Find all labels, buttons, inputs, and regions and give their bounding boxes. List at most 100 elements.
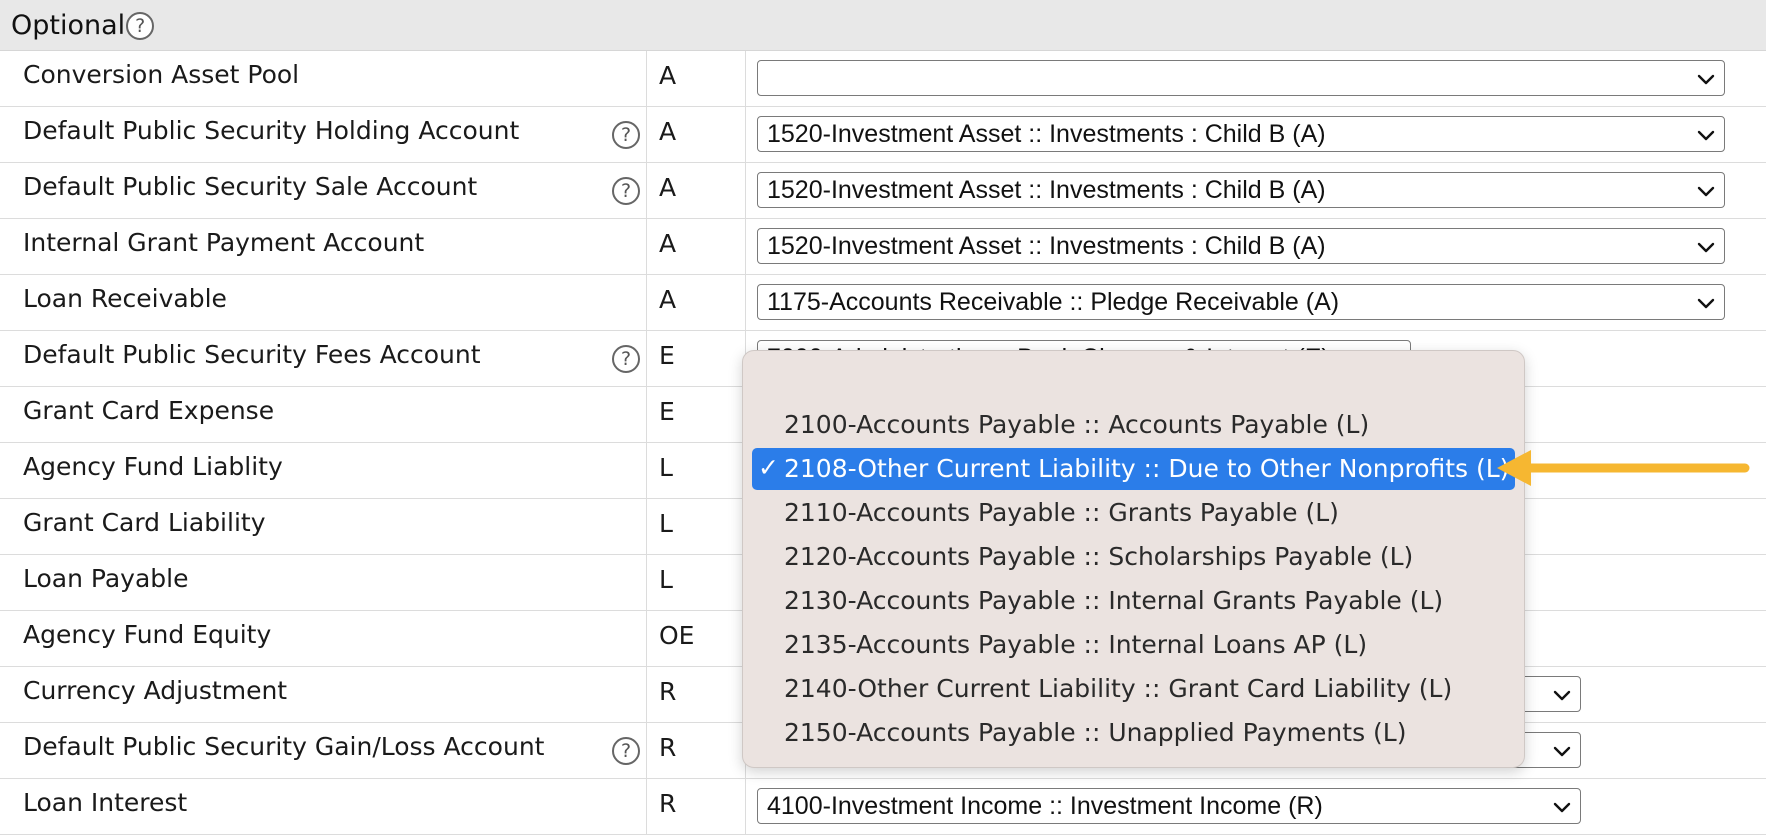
chevron-down-icon: [1696, 179, 1716, 199]
type-cell: R: [647, 723, 746, 778]
account-label: Loan Interest: [23, 788, 188, 817]
account-type: A: [659, 285, 677, 314]
type-cell: L: [647, 443, 746, 498]
account-select[interactable]: 1520-Investment Asset :: Investments : C…: [757, 172, 1725, 208]
account-type: A: [659, 61, 677, 90]
type-cell: A: [647, 163, 746, 218]
label-cell: Agency Fund Equity: [0, 611, 647, 666]
account-label: Loan Payable: [23, 564, 189, 593]
dropdown-option[interactable]: 2120-Accounts Payable :: Scholarships Pa…: [752, 536, 1515, 578]
account-dropdown-menu[interactable]: 2100-Accounts Payable :: Accounts Payabl…: [742, 350, 1525, 768]
option-label: 2140-Other Current Liability :: Grant Ca…: [784, 674, 1453, 703]
option-label: 2108-Other Current Liability :: Due to O…: [784, 454, 1510, 483]
label-cell: Default Public Security Gain/Loss Accoun…: [0, 723, 647, 778]
select-value: 4100-Investment Income :: Investment Inc…: [767, 792, 1323, 820]
option-label: 2120-Accounts Payable :: Scholarships Pa…: [784, 542, 1414, 571]
section-header: Optional ?: [0, 0, 1766, 51]
question-circle-icon[interactable]: ?: [612, 345, 640, 373]
account-type: A: [659, 229, 677, 258]
dropdown-option[interactable]: ✓ 2108-Other Current Liability :: Due to …: [752, 448, 1515, 490]
label-cell: Currency Adjustment: [0, 667, 647, 722]
account-label: Agency Fund Liablity: [23, 452, 283, 481]
account-label: Currency Adjustment: [23, 676, 288, 705]
type-cell: R: [647, 779, 746, 834]
table-row: Default Public Security Holding Account?…: [0, 107, 1766, 163]
label-cell: Conversion Asset Pool: [0, 51, 647, 106]
type-cell: R: [647, 667, 746, 722]
table-row: Internal Grant Payment Account A 1520-Inve…: [0, 219, 1766, 275]
label-cell: Loan Receivable: [0, 275, 647, 330]
account-type: A: [659, 173, 677, 202]
select-value: 1175-Accounts Receivable :: Pledge Recei…: [767, 288, 1340, 316]
type-cell: A: [647, 51, 746, 106]
type-cell: E: [647, 331, 746, 386]
chevron-down-icon: [1696, 291, 1716, 311]
type-cell: A: [647, 275, 746, 330]
type-cell: L: [647, 555, 746, 610]
select-value: 1520-Investment Asset :: Investments : C…: [767, 232, 1326, 260]
question-circle-icon[interactable]: ?: [612, 121, 640, 149]
label-cell: Default Public Security Sale Account?: [0, 163, 647, 218]
account-select[interactable]: [757, 60, 1725, 96]
label-cell: Internal Grant Payment Account: [0, 219, 647, 274]
account-type: E: [659, 397, 675, 426]
chevron-down-icon: [1552, 683, 1572, 703]
account-label: Grant Card Expense: [23, 396, 275, 425]
chevron-down-icon: [1552, 795, 1572, 815]
account-type: R: [659, 789, 677, 818]
annotation-arrow-icon: [1497, 450, 1750, 486]
table-row: Loan Receivable A 1175-Accounts Receivable…: [0, 275, 1766, 331]
dropdown-option[interactable]: 2100-Accounts Payable :: Accounts Payabl…: [752, 404, 1515, 446]
table-row: Conversion Asset Pool A: [0, 51, 1766, 107]
account-label: Default Public Security Holding Account: [23, 116, 520, 145]
type-cell: OE: [647, 611, 746, 666]
checkmark-icon: ✓: [758, 453, 779, 482]
account-type: L: [659, 565, 673, 594]
account-type: A: [659, 117, 677, 146]
account-label: Grant Card Liability: [23, 508, 266, 537]
chevron-down-icon: [1552, 739, 1572, 759]
account-select[interactable]: 1175-Accounts Receivable :: Pledge Recei…: [757, 284, 1725, 320]
chevron-down-icon: [1696, 123, 1716, 143]
account-type: E: [659, 341, 675, 370]
question-circle-icon[interactable]: ?: [612, 177, 640, 205]
select-value: 1520-Investment Asset :: Investments : C…: [767, 176, 1326, 204]
account-select[interactable]: 1520-Investment Asset :: Investments : C…: [757, 228, 1725, 264]
dropdown-option[interactable]: 2140-Other Current Liability :: Grant Ca…: [752, 668, 1515, 710]
label-cell: Agency Fund Liablity: [0, 443, 647, 498]
type-cell: E: [647, 387, 746, 442]
dropdown-option[interactable]: 2150-Accounts Payable :: Unapplied Payme…: [752, 712, 1515, 754]
account-label: Internal Grant Payment Account: [23, 228, 425, 257]
option-label: 2110-Accounts Payable :: Grants Payable …: [784, 498, 1339, 527]
account-type: R: [659, 677, 677, 706]
table-row: Loan Interest R 4100-Investment Income :: …: [0, 779, 1766, 835]
type-cell: A: [647, 107, 746, 162]
label-cell: Loan Interest: [0, 779, 647, 834]
label-cell: Grant Card Expense: [0, 387, 647, 442]
account-label: Default Public Security Sale Account: [23, 172, 478, 201]
account-label: Default Public Security Fees Account: [23, 340, 481, 369]
account-label: Agency Fund Equity: [23, 620, 272, 649]
option-label: 2135-Accounts Payable :: Internal Loans …: [784, 630, 1368, 659]
account-label: Default Public Security Gain/Loss Accoun…: [23, 732, 545, 761]
type-cell: L: [647, 499, 746, 554]
account-type: OE: [659, 621, 695, 650]
question-circle-icon[interactable]: ?: [612, 737, 640, 765]
account-select[interactable]: 1520-Investment Asset :: Investments : C…: [757, 116, 1725, 152]
account-select[interactable]: 4100-Investment Income :: Investment Inc…: [757, 788, 1581, 824]
option-label: 2150-Accounts Payable :: Unapplied Payme…: [784, 718, 1407, 747]
dropdown-option[interactable]: 2130-Accounts Payable :: Internal Grants…: [752, 580, 1515, 622]
dropdown-option[interactable]: 2135-Accounts Payable :: Internal Loans …: [752, 624, 1515, 666]
label-cell: Grant Card Liability: [0, 499, 647, 554]
dropdown-option[interactable]: 2110-Accounts Payable :: Grants Payable …: [752, 492, 1515, 534]
option-label: 2100-Accounts Payable :: Accounts Payabl…: [784, 410, 1370, 439]
account-type: L: [659, 509, 673, 538]
question-circle-icon[interactable]: ?: [126, 12, 155, 40]
option-label: 2130-Accounts Payable :: Internal Grants…: [784, 586, 1444, 615]
label-cell: Default Public Security Fees Account?: [0, 331, 647, 386]
account-type: R: [659, 733, 677, 762]
chevron-down-icon: [1696, 235, 1716, 255]
table-row: Default Public Security Sale Account? A 15…: [0, 163, 1766, 219]
type-cell: A: [647, 219, 746, 274]
account-type: L: [659, 453, 673, 482]
